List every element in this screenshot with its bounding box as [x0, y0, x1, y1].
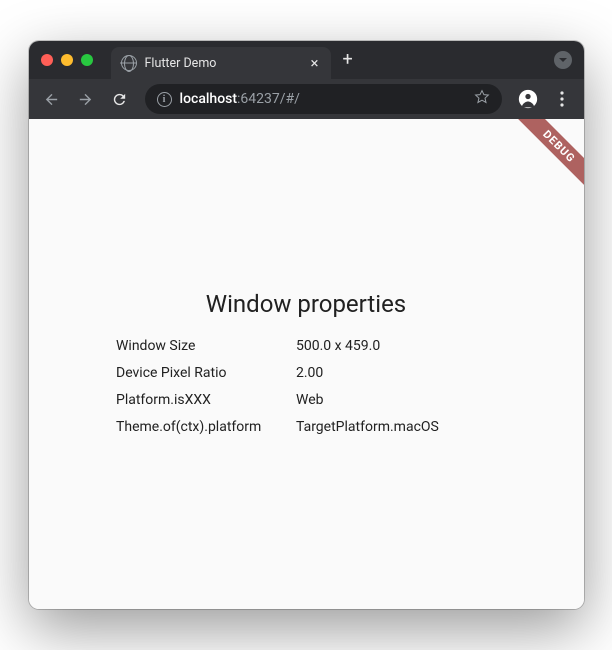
page-content: DEBUG Window properties Window Size 500.…	[29, 119, 584, 609]
window-minimize-button[interactable]	[61, 54, 73, 66]
prop-label: Theme.of(ctx).platform	[116, 417, 296, 438]
prop-value: Web	[296, 390, 496, 411]
prop-label: Platform.isXXX	[116, 390, 296, 411]
chevron-down-icon	[558, 55, 568, 65]
browser-tab[interactable]: Flutter Demo ×	[111, 47, 331, 79]
tabs-overflow-button[interactable]	[554, 51, 572, 69]
profile-button[interactable]	[514, 85, 542, 113]
close-icon[interactable]: ×	[308, 54, 320, 73]
bookmark-button[interactable]	[474, 89, 490, 109]
tab-title: Flutter Demo	[145, 56, 301, 71]
star-icon	[474, 89, 490, 105]
url-host: localhost	[180, 91, 238, 107]
titlebar: Flutter Demo × +	[29, 41, 584, 79]
prop-value: TargetPlatform.macOS	[296, 417, 496, 438]
reload-icon	[111, 91, 128, 108]
window-close-button[interactable]	[41, 54, 53, 66]
arrow-left-icon	[43, 91, 60, 108]
arrow-right-icon	[77, 91, 94, 108]
site-info-icon[interactable]: i	[157, 92, 172, 107]
reload-button[interactable]	[105, 84, 135, 114]
new-tab-button[interactable]: +	[343, 51, 353, 69]
prop-label: Window Size	[116, 336, 296, 357]
kebab-icon	[560, 91, 564, 107]
page-title: Window properties	[206, 290, 406, 318]
properties-table: Window Size 500.0 x 459.0 Device Pixel R…	[116, 336, 496, 438]
window-maximize-button[interactable]	[81, 54, 93, 66]
prop-value: 500.0 x 459.0	[296, 336, 496, 357]
back-button[interactable]	[37, 84, 67, 114]
prop-value: 2.00	[296, 363, 496, 384]
url-text: localhost:64237/#/	[180, 91, 466, 107]
forward-button[interactable]	[71, 84, 101, 114]
prop-label: Device Pixel Ratio	[116, 363, 296, 384]
person-icon	[518, 89, 538, 109]
globe-icon	[121, 55, 137, 71]
browser-window: Flutter Demo × + i localhost:64237/#/	[29, 41, 584, 609]
browser-menu-button[interactable]	[548, 85, 576, 113]
window-controls	[41, 54, 93, 66]
url-rest: :64237/#/	[237, 91, 300, 107]
debug-banner: DEBUG	[507, 119, 583, 199]
browser-toolbar: i localhost:64237/#/	[29, 79, 584, 119]
address-bar[interactable]: i localhost:64237/#/	[145, 84, 502, 114]
